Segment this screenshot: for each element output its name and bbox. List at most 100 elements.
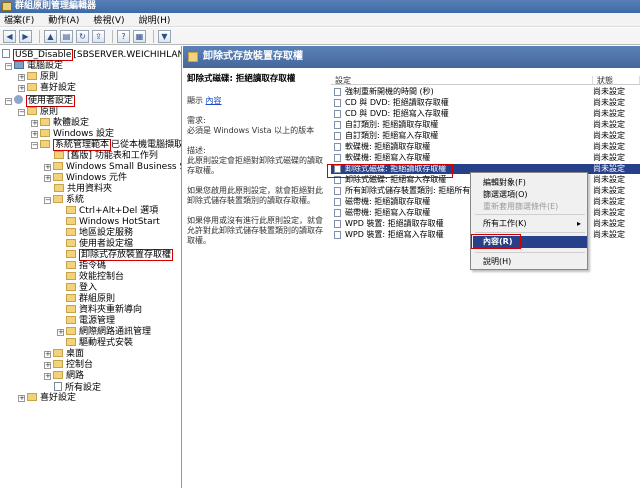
tree-sbs[interactable]: +Windows Small Business Server (44, 162, 181, 173)
expand-icon[interactable]: + (44, 175, 51, 182)
folder-icon (27, 393, 37, 401)
tree-start-menu-old[interactable]: [舊版] 功能表和工作列 (54, 151, 158, 162)
tree-ctrl-alt-del[interactable]: Ctrl+Alt+Del 選項 (66, 206, 158, 217)
setting-icon (334, 154, 341, 162)
collapse-icon[interactable]: − (31, 142, 38, 149)
list-item[interactable]: 強制重新開機的時間 (秒) 尚未設定 (331, 87, 640, 97)
expand-icon[interactable]: + (31, 131, 38, 138)
expand-icon[interactable]: + (44, 373, 51, 380)
tree-control-panel[interactable]: + 控制台 (44, 360, 93, 371)
column-setting[interactable]: 設定 (331, 76, 593, 85)
tree-hotstart[interactable]: Windows HotStart (66, 217, 160, 228)
expand-icon[interactable]: + (44, 164, 51, 171)
tree-computer-preferences[interactable]: + 喜好設定 (18, 83, 76, 94)
collapse-icon[interactable]: − (5, 98, 12, 105)
setting-icon (334, 209, 341, 217)
tree-computer-policies[interactable]: + 原則 (18, 72, 58, 83)
list-item[interactable]: 自訂類別: 拒絕讀取存取權 尚未設定 (331, 120, 640, 130)
policy-icon (2, 49, 10, 58)
list-item[interactable]: 軟碟機: 拒絕寫入存取權 尚未設定 (331, 153, 640, 163)
tree-driver-install[interactable]: 驅動程式安裝 (66, 338, 133, 349)
toolbar-separator (153, 29, 154, 43)
collapse-icon[interactable]: − (5, 63, 12, 70)
tree-locale-services[interactable]: 地區設定服務 (66, 228, 133, 239)
tree-network[interactable]: + 網路 (44, 371, 84, 382)
menu-help[interactable]: 說明(H) (139, 13, 171, 26)
tree-user-config[interactable]: − 使用者設定 (5, 95, 76, 107)
tree-scripts[interactable]: 指令碼 (66, 261, 106, 272)
properties-icon[interactable]: ▦ (133, 29, 146, 43)
tree-internet-comm[interactable]: + 網際網路通訊管理 (57, 327, 151, 338)
filter-icon[interactable]: ▼ (158, 29, 171, 43)
collapse-icon[interactable]: − (18, 109, 25, 116)
folder-icon (53, 173, 63, 181)
properties-link[interactable]: 內容 (206, 96, 222, 105)
selection-highlight (327, 164, 453, 178)
details-header: 卸除式存放裝置存取權 (183, 46, 640, 68)
refresh-icon[interactable]: ↻ (76, 29, 89, 43)
tree-computer-config[interactable]: − 電腦設定 (5, 61, 63, 72)
list-item[interactable]: 自訂類別: 拒絕寫入存取權 尚未設定 (331, 131, 640, 141)
folder-icon (66, 261, 76, 269)
tree-user-policies[interactable]: − 原則 (18, 107, 58, 118)
menu-action[interactable]: 動作(A) (48, 13, 79, 26)
tree-root-label: USB_Disable (13, 49, 74, 61)
expand-icon[interactable]: + (57, 329, 64, 336)
window-title: 群組原則管理編輯器 (15, 1, 97, 11)
folder-icon (66, 272, 76, 280)
menu-item-edit[interactable]: 編輯對象(F) (483, 177, 526, 188)
description-panel: 卸除式磁碟: 拒絕讀取存取權 顯示 內容 需求: 必須是 Windows Vist… (183, 68, 329, 488)
expand-icon[interactable]: + (18, 74, 25, 81)
tree-shared-folders[interactable]: 共用資料夾 (54, 184, 112, 195)
folder-icon (66, 327, 76, 335)
expand-icon[interactable]: + (18, 85, 25, 92)
tree-admin-templates[interactable]: −系統管理範本已從本機電腦擷取的 (31, 139, 181, 151)
menu-item-filter-options[interactable]: 篩選選項(O) (483, 189, 528, 200)
list-item[interactable]: CD 與 DVD: 拒絕讀取存取權 尚未設定 (331, 98, 640, 108)
folder-icon (53, 360, 63, 368)
expand-icon[interactable]: + (44, 362, 51, 369)
tree-system[interactable]: − 系統 (44, 195, 84, 206)
menu-file[interactable]: 檔案(F) (4, 13, 34, 26)
menu-item-help[interactable]: 說明(H) (483, 256, 511, 267)
tree-user-preferences[interactable]: + 喜好設定 (18, 393, 76, 404)
menu-separator (475, 214, 585, 215)
folder-icon (53, 162, 63, 170)
context-menu: 編輯對象(F) 篩選選項(O) 重新套用篩選條件(E) 所有工作(K) ▸ 內容… (470, 172, 588, 270)
list-item[interactable]: 軟碟機: 拒絕讀取存取權 尚未設定 (331, 142, 640, 152)
tree-group-policy[interactable]: 群組原則 (66, 294, 115, 305)
up-icon[interactable]: ▲ (44, 29, 57, 43)
tree-power-management[interactable]: 電源管理 (66, 316, 115, 327)
menu-item-all-tasks[interactable]: 所有工作(K) (483, 218, 583, 229)
tree-removable-storage[interactable]: 卸除式存放裝置存取權 (66, 249, 174, 261)
tree-logon[interactable]: 登入 (66, 283, 97, 294)
tree-performance[interactable]: 效能控制台 (66, 272, 124, 283)
folder-icon (27, 83, 37, 91)
column-state[interactable]: 狀態 (593, 76, 640, 85)
expand-icon[interactable]: + (44, 351, 51, 358)
folder-icon (66, 316, 76, 324)
tree-all-settings[interactable]: 所有設定 (54, 382, 101, 393)
help-icon[interactable]: ? (117, 29, 130, 43)
tree-root[interactable]: USB_Disable[SBSERVER.WEICHIHLAN.LOCA (2, 49, 181, 61)
show-tree-icon[interactable]: ▤ (60, 29, 73, 43)
properties-highlight (471, 234, 521, 249)
setting-title: 卸除式磁碟: 拒絕讀取存取權 (187, 74, 296, 84)
user-icon (14, 95, 23, 104)
collapse-icon[interactable]: − (44, 197, 51, 204)
description: 描述: 此原則設定會拒絕對卸除式磁碟的讀取存取權。 (187, 146, 323, 175)
menu-view[interactable]: 檢視(V) (93, 13, 124, 26)
tree-software-settings[interactable]: + 軟體設定 (31, 118, 89, 129)
tree-desktop[interactable]: + 桌面 (44, 349, 84, 360)
tree-windows-components[interactable]: + Windows 元件 (44, 173, 127, 184)
back-icon[interactable]: ◀ (3, 29, 16, 43)
export-icon[interactable]: ⇪ (92, 29, 105, 43)
list-header: 設定 狀態 (331, 76, 640, 85)
list-item[interactable]: CD 與 DVD: 拒絕寫入存取權 尚未設定 (331, 109, 640, 119)
expand-icon[interactable]: + (18, 395, 25, 402)
setting-icon (334, 88, 341, 96)
forward-icon[interactable]: ▶ (19, 29, 32, 43)
folder-icon (66, 239, 76, 247)
expand-icon[interactable]: + (31, 120, 38, 127)
tree-folder-redirection[interactable]: 資料夾重新導向 (66, 305, 142, 316)
